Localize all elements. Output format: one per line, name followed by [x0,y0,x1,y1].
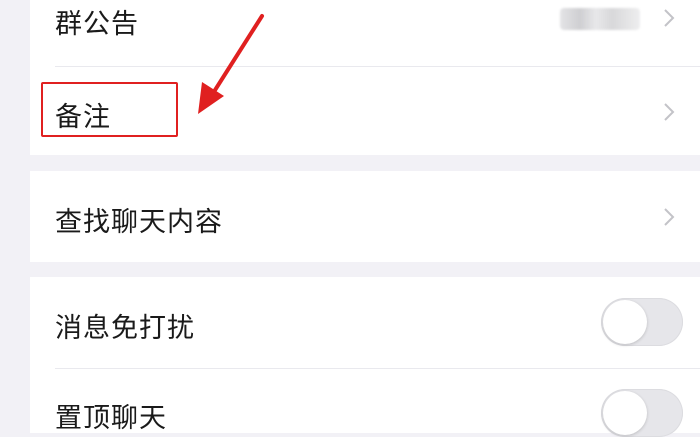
group-notice-label: 群公告 [55,9,139,40]
mute-toggle[interactable] [601,298,683,346]
toggle-knob [603,300,647,344]
chevron-right-icon [664,9,675,27]
search-chat-row[interactable]: 查找聊天内容 [30,171,700,262]
settings-section-group: 群公告 备注 [30,0,700,155]
chevron-right-icon [664,208,675,226]
toggle-knob [603,391,647,435]
chevron-right-icon [664,103,675,121]
search-chat-label: 查找聊天内容 [55,207,223,238]
remark-row[interactable]: 备注 [30,67,700,155]
pin-toggle[interactable] [601,389,683,437]
mute-label: 消息免打扰 [55,313,195,344]
remark-label: 备注 [55,102,111,133]
pin-label: 置顶聊天 [55,403,167,434]
group-notice-preview [560,8,640,30]
pin-row: 置顶聊天 [30,369,700,437]
settings-section-search: 查找聊天内容 [30,171,700,262]
settings-section-toggles: 消息免打扰 置顶聊天 [30,277,700,437]
group-notice-row[interactable]: 群公告 [30,0,700,66]
mute-row: 消息免打扰 [30,277,700,367]
